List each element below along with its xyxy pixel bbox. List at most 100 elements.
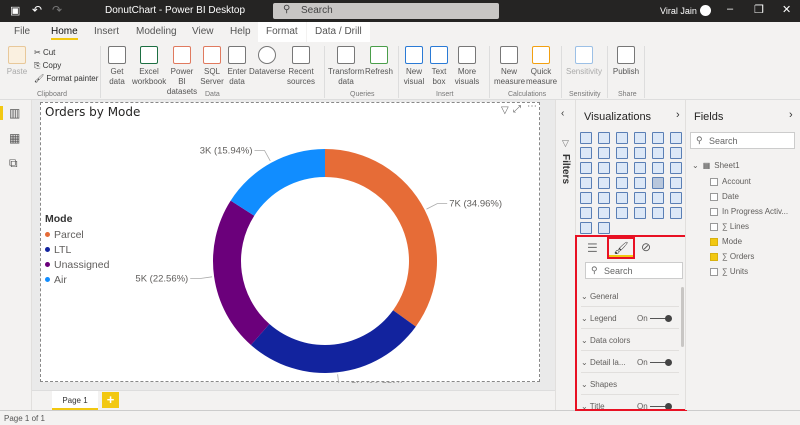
visual-type-icon[interactable] [652,132,664,144]
sensitivity-button[interactable]: Sensitivity [566,46,602,77]
transform-data-button[interactable]: Transform data [328,46,364,87]
visual-type-icon[interactable] [670,192,682,204]
visual-type-icon[interactable] [634,132,646,144]
close-button[interactable]: ✕ [782,3,791,16]
visual-type-icon[interactable] [580,162,592,174]
model-view-icon[interactable]: ⧉ [9,156,18,171]
visual-type-icon[interactable] [598,147,610,159]
power-bi-datasets-button[interactable]: Power BI datasets [166,46,198,97]
visual-type-icon[interactable] [580,177,592,189]
field-item[interactable]: ∑ Lines [710,219,749,234]
visual-type-icon[interactable] [634,177,646,189]
data-view-icon[interactable]: ▦ [9,131,20,145]
visual-type-icon[interactable] [598,207,610,219]
visual-type-icon[interactable] [616,207,628,219]
field-item[interactable]: Account [710,174,751,189]
visual-type-icon[interactable] [580,147,592,159]
search-input[interactable]: ⚲ Search [273,3,499,19]
undo-icon[interactable]: ↶ [32,3,42,17]
visual-type-icon[interactable] [634,192,646,204]
visual-type-icon[interactable] [670,207,682,219]
visual-type-icon[interactable] [580,207,592,219]
format-tab-paint-roller-icon[interactable]: 🖌 [607,237,635,259]
filters-pane-collapsed[interactable]: ‹ ▽ Filters [555,100,575,410]
field-item[interactable]: In Progress Activ... [710,204,788,219]
field-checkbox[interactable] [710,237,718,246]
visual-type-icon[interactable] [598,132,610,144]
analytics-tab-icon[interactable]: ⊘ [641,240,651,254]
recent-sources-button[interactable]: Recent sources [285,46,317,87]
donut-slice-ltl[interactable] [250,310,416,374]
format-section[interactable]: ⌄ Data colors [581,329,679,351]
field-item[interactable]: Mode [710,234,742,249]
format-section[interactable]: ⌄ Legend On [581,307,679,329]
quick-measure-button[interactable]: Quick measure [526,46,557,87]
tab-home[interactable]: Home [51,26,78,40]
new-measure-button[interactable]: New measure [494,46,525,87]
field-checkbox[interactable] [710,192,718,201]
field-checkbox[interactable] [710,267,718,276]
report-view-icon[interactable]: ▥ [9,106,20,120]
visual-type-icon[interactable] [598,177,610,189]
visual-type-icon[interactable] [670,132,682,144]
more-visuals-button[interactable]: More visuals [452,46,482,87]
donut-chart-visual[interactable]: Orders by Mode ▽ ⤢ ⋯ Mode Parcel LTL Unass… [40,101,540,383]
visual-type-icon[interactable] [652,162,664,174]
visual-type-icon[interactable] [580,222,592,234]
toggle-switch[interactable] [650,403,672,409]
tab-file[interactable]: File [14,26,30,37]
format-section[interactable]: ⌄ Detail la... On [581,351,679,373]
visual-type-icon[interactable] [652,147,664,159]
visual-type-icon[interactable] [652,192,664,204]
field-checkbox[interactable] [710,177,718,186]
restore-button[interactable]: ❐ [754,3,764,16]
visual-type-icon[interactable] [670,162,682,174]
page-tab[interactable]: Page 1 [52,391,98,410]
avatar[interactable] [700,5,711,16]
format-section[interactable]: ⌄ General [581,285,679,307]
visual-type-icon[interactable] [616,192,628,204]
fields-tab-icon[interactable]: ☰ [587,241,598,255]
dataverse-button[interactable]: Dataverse [249,46,285,77]
visual-type-icon[interactable] [616,177,628,189]
copy-button[interactable]: ⎘ Copy [34,59,98,72]
format-search-input[interactable]: ⚲ Search [585,262,683,279]
redo-icon[interactable]: ↷ [52,3,62,17]
sql-server-button[interactable]: SQL Server [200,46,224,87]
text-box-button[interactable]: Text box [428,46,450,87]
minimize-button[interactable]: – [727,3,733,15]
donut-slice-parcel[interactable] [325,149,438,327]
visual-type-icon[interactable] [580,132,592,144]
field-checkbox[interactable] [710,222,718,231]
visual-type-icon[interactable] [670,147,682,159]
visual-type-icon[interactable] [616,132,628,144]
field-checkbox[interactable] [710,207,718,216]
tab-help[interactable]: Help [230,26,251,37]
tab-modeling[interactable]: Modeling [136,26,177,37]
visual-type-icon[interactable] [598,192,610,204]
tab-insert[interactable]: Insert [94,26,119,37]
toggle-switch[interactable] [650,315,672,322]
new-visual-button[interactable]: New visual [402,46,426,87]
publish-button[interactable]: Publish [611,46,641,77]
cut-button[interactable]: ✂ Cut [34,46,98,59]
chevron-right-icon[interactable]: › [789,109,793,121]
field-item[interactable]: ∑ Units [710,264,748,279]
refresh-button[interactable]: Refresh [364,46,394,77]
tab-format[interactable]: Format [258,22,306,42]
visual-type-icon[interactable] [652,207,664,219]
excel-workbook-button[interactable]: Excel workbook [132,46,166,87]
visual-type-icon[interactable] [598,162,610,174]
format-painter-button[interactable]: 🖌 Format painter [34,72,98,85]
visual-type-icon[interactable] [634,207,646,219]
save-icon[interactable]: ▣ [10,4,20,17]
field-checkbox[interactable] [710,252,718,261]
toggle-switch[interactable] [650,359,672,366]
donut-slice-unassigned[interactable] [213,200,270,345]
donut-slice-air[interactable] [230,149,325,216]
field-item[interactable]: Date [710,189,739,204]
enter-data-button[interactable]: Enter data [226,46,248,87]
fields-search-input[interactable]: ⚲ Search [690,132,795,149]
visual-type-icon[interactable] [598,222,610,234]
format-section[interactable]: ⌄ Title On [581,395,679,409]
